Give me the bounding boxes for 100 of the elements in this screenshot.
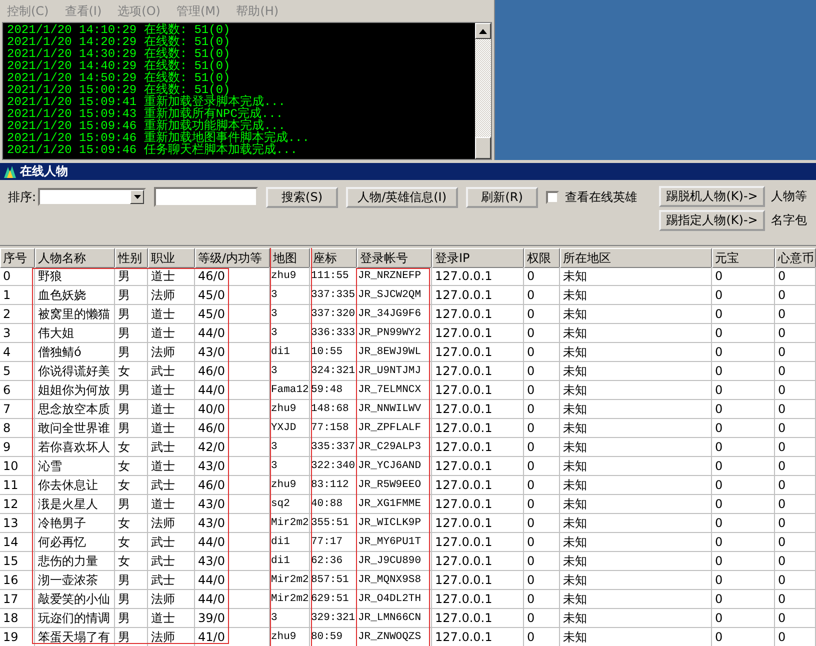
column-header[interactable]: 心意币 (775, 248, 816, 268)
table-cell: JR_WICLK9P (357, 514, 432, 533)
column-header[interactable]: 性别 (115, 248, 148, 268)
table-cell: 43/0 (195, 343, 270, 362)
table-cell: JR_U9NTJMJ (357, 362, 432, 381)
table-cell: 80:59 (310, 628, 357, 646)
table-cell: 127.0.0.1 (432, 457, 524, 476)
table-cell: 59:48 (310, 381, 357, 400)
table-cell: 0 (524, 628, 560, 646)
table-cell: 未知 (560, 514, 712, 533)
table-cell: 15 (0, 552, 35, 571)
table-cell: 42/0 (195, 438, 270, 457)
log-line: 2021/1/20 14:40:29 在线数: 51(0) (7, 60, 232, 72)
table-cell: JR_O4DL2TH (357, 590, 432, 609)
table-cell: 0 (775, 343, 816, 362)
table-cell: JR_PN99WY2 (357, 324, 432, 343)
column-header[interactable]: 人物名称 (35, 248, 115, 268)
log-line: 2021/1/20 15:09:46 重新加载功能脚本完成... (7, 120, 286, 132)
table-cell: 道士 (148, 495, 195, 514)
table-cell: 0 (524, 552, 560, 571)
table-cell: 你说得谎好美 (35, 362, 115, 381)
table-cell: 7 (0, 400, 35, 419)
table-cell: di1 (270, 343, 310, 362)
table-cell: 僧独鲭ó (35, 343, 115, 362)
table-cell: 43/0 (195, 495, 270, 514)
table-cell: 3 (270, 362, 310, 381)
table-cell: 9 (0, 438, 35, 457)
sort-label: 排序: (8, 188, 36, 206)
table-cell: 44/0 (195, 381, 270, 400)
info-button[interactable]: 人物/英雄信息(I) (346, 186, 458, 208)
table-cell: 3 (270, 457, 310, 476)
table-cell: JR_ZNWOQZS (357, 628, 432, 646)
table-cell: 337:320 (310, 305, 357, 324)
column-header[interactable]: 序号 (0, 248, 35, 268)
table-cell: 何必再忆 (35, 533, 115, 552)
table-cell: 未知 (560, 552, 712, 571)
table-cell: 道士 (148, 267, 195, 286)
column-header[interactable]: 权限 (524, 248, 560, 268)
table-cell: 127.0.0.1 (432, 571, 524, 590)
table-cell: JR_MY6PU1T (357, 533, 432, 552)
refresh-button[interactable]: 刷新(R) (466, 186, 538, 208)
table-cell: 沏一壶浓茶 (35, 571, 115, 590)
table-cell: 8 (0, 419, 35, 438)
table-cell: 0 (524, 324, 560, 343)
table-cell: 16 (0, 571, 35, 590)
search-field[interactable] (154, 187, 258, 207)
table-cell: 127.0.0.1 (432, 609, 524, 628)
scroll-thumb[interactable] (475, 137, 491, 159)
table-cell: 0 (775, 419, 816, 438)
scrollbar[interactable] (475, 23, 491, 159)
table-cell: 18 (0, 609, 35, 628)
table-cell: 17 (0, 590, 35, 609)
kick-offline-button[interactable]: 踢脱机人物(K)-> (659, 186, 766, 207)
table-cell: 5 (0, 362, 35, 381)
table-cell: 127.0.0.1 (432, 495, 524, 514)
table-cell: 0 (712, 362, 775, 381)
table-cell: 0 (775, 609, 816, 628)
table-cell: 0 (712, 305, 775, 324)
table-cell: 男 (115, 343, 148, 362)
column-header[interactable]: 元宝 (712, 248, 775, 268)
hero-checkbox[interactable] (546, 190, 560, 204)
column-header[interactable]: 职业 (148, 248, 195, 268)
table-cell: 0 (524, 286, 560, 305)
table-cell: 40/0 (195, 400, 270, 419)
sort-dropdown[interactable] (38, 188, 146, 206)
table-cell: 0 (712, 343, 775, 362)
table-cell: 0 (712, 267, 775, 286)
column-header[interactable]: 登录IP (432, 248, 524, 268)
table-cell: 2 (0, 305, 35, 324)
table-cell: 0 (712, 400, 775, 419)
search-button[interactable]: 搜索(S) (266, 186, 338, 208)
table-cell: 0 (524, 457, 560, 476)
table-cell: 道士 (148, 609, 195, 628)
column-header[interactable]: 地图 (270, 248, 310, 268)
table-cell: 男 (115, 609, 148, 628)
log-line: 2021/1/20 15:09:46 重新加载地图事件脚本完成... (7, 132, 310, 144)
column-header[interactable]: 登录帐号 (357, 248, 432, 268)
table-cell: 法师 (148, 590, 195, 609)
table-cell: 0 (775, 362, 816, 381)
column-header[interactable]: 等级/内功等 (195, 248, 270, 268)
table-cell: 322:340 (310, 457, 357, 476)
table-cell: 127.0.0.1 (432, 305, 524, 324)
table-cell: 77:17 (310, 533, 357, 552)
table-cell: 笨蛋天塌了有 (35, 628, 115, 646)
table-cell: 127.0.0.1 (432, 400, 524, 419)
table-cell: 3 (270, 324, 310, 343)
table-cell: 148:68 (310, 400, 357, 419)
table-cell: 武士 (148, 476, 195, 495)
kick-named-button[interactable]: 踢指定人物(K)-> (659, 210, 766, 231)
table-cell: JR_NRZNEFP (357, 267, 432, 286)
table-cell: 男 (115, 571, 148, 590)
table-cell: 0 (524, 438, 560, 457)
column-header[interactable]: 座标 (310, 248, 357, 268)
column-header[interactable]: 所在地区 (560, 248, 712, 268)
scroll-up-icon[interactable] (475, 23, 491, 39)
table-cell: 男 (115, 495, 148, 514)
table-cell: 野狼 (35, 267, 115, 286)
table-cell: JR_R5W9EEO (357, 476, 432, 495)
table-cell: 39/0 (195, 609, 270, 628)
table-cell: 4 (0, 343, 35, 362)
